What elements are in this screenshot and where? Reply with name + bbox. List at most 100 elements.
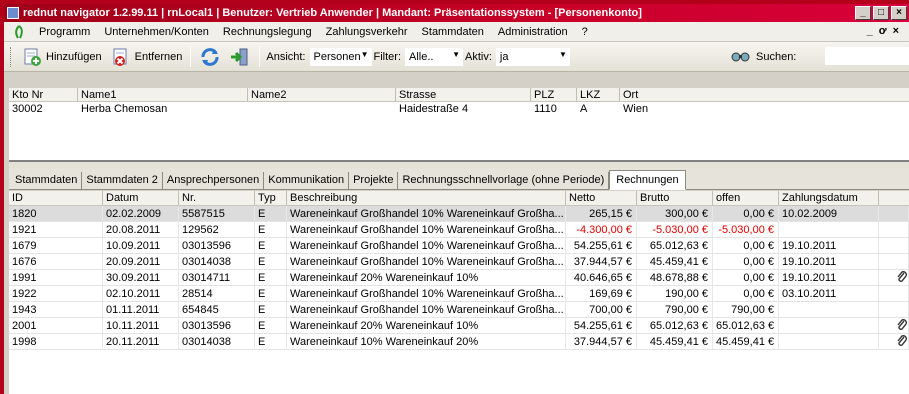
maximize-button[interactable]: □ xyxy=(873,6,889,20)
cell-brutto: 48.678,88 € xyxy=(637,270,713,285)
mdi-minimize-button[interactable]: _ xyxy=(867,25,879,37)
column-header-typ[interactable]: Typ xyxy=(255,191,287,205)
column-header-offen[interactable]: offen xyxy=(713,191,779,205)
column-header-plz[interactable]: PLZ xyxy=(531,88,577,101)
column-header-name1[interactable]: Name1 xyxy=(78,88,248,101)
cell-zahlungsdatum xyxy=(779,318,879,333)
column-header-brutto[interactable]: Brutto xyxy=(637,191,713,205)
column-header-id[interactable]: ID xyxy=(9,191,103,205)
title-bar: rednut navigator 1.2.99.11 | rnLocal1 | … xyxy=(4,4,909,22)
cell-strasse: Haidestraße 4 xyxy=(399,103,469,115)
table-row[interactable]: 2001 10.11.2011 03013596 E Wareneinkauf 20% … xyxy=(9,318,909,334)
close-button[interactable]: × xyxy=(891,6,907,20)
cell-offen: 0,00 € xyxy=(713,238,779,253)
menu-programm[interactable]: Programm xyxy=(32,26,97,38)
active-select[interactable]: ja ▼ xyxy=(495,47,570,66)
column-header-netto[interactable]: Netto xyxy=(566,191,637,205)
cell-netto: 54.255,61 € xyxy=(566,318,637,333)
remove-button[interactable]: Entfernen xyxy=(106,44,187,70)
cell-brutto: 45.459,41 € xyxy=(637,334,713,349)
menu-zahlungsverkehr[interactable]: Zahlungsverkehr xyxy=(319,26,415,38)
table-row[interactable]: 1943 01.11.2011 654845 E Wareneinkauf Großha… xyxy=(9,302,909,318)
cell-offen: 45.459,41 € xyxy=(713,334,779,349)
column-header-attachment[interactable] xyxy=(879,191,909,205)
column-header-beschreibung[interactable]: Beschreibung xyxy=(287,191,566,205)
menu-unternehmen-konten[interactable]: Unternehmen/Konten xyxy=(97,26,216,38)
paperclip-icon[interactable] xyxy=(896,335,908,349)
tab-stammdaten[interactable]: Stammdaten xyxy=(11,172,83,189)
cell-netto: 40.646,65 € xyxy=(566,270,637,285)
table-row[interactable]: 1679 10.09.2011 03013596 E Wareneinkauf Groß… xyxy=(9,238,909,254)
mdi-restore-button[interactable]: ơ xyxy=(879,25,893,37)
toolbar-grip xyxy=(10,46,13,67)
cell-nr: 5587515 xyxy=(179,206,255,221)
cell-id: 1943 xyxy=(9,302,103,317)
cell-offen: 65.012,63 € xyxy=(713,318,779,333)
filter-select[interactable]: Alle.. ▼ xyxy=(405,47,463,66)
cell-beschreibung: Wareneinkauf Großhandel 10% Wareneinkauf… xyxy=(287,222,566,237)
table-row[interactable]: 1921 20.08.2011 129562 E Wareneinkauf Großha… xyxy=(9,222,909,238)
menu-stammdaten[interactable]: Stammdaten xyxy=(415,26,491,38)
cell-beschreibung: Wareneinkauf 20% Wareneinkauf 10% xyxy=(287,318,566,333)
cell-offen: 0,00 € xyxy=(713,270,779,285)
column-header-datum[interactable]: Datum xyxy=(103,191,179,205)
paperclip-icon[interactable] xyxy=(896,271,908,285)
cell-typ: E xyxy=(255,270,287,285)
cell-beschreibung: Wareneinkauf Großhandel 10% Wareneinkauf… xyxy=(287,206,566,221)
column-header-name2[interactable]: Name2 xyxy=(248,88,396,101)
cell-nr: 03014711 xyxy=(179,270,255,285)
cell-netto: -4.300,00 € xyxy=(566,222,637,237)
search-input[interactable] xyxy=(825,47,909,65)
cell-id: 2001 xyxy=(9,318,103,333)
attachment-cell xyxy=(879,334,909,349)
minimize-button[interactable]: _ xyxy=(855,6,871,20)
view-select[interactable]: Personen ▼ xyxy=(309,47,372,66)
tab-stammdaten-2[interactable]: Stammdaten 2 xyxy=(82,172,163,189)
attachment-cell xyxy=(879,302,909,317)
tab-kommunikation[interactable]: Kommunikation xyxy=(264,172,350,189)
column-header-lkz[interactable]: LKZ xyxy=(577,88,620,101)
column-header-kto-nr[interactable]: Kto Nr xyxy=(9,88,78,101)
column-header-ort[interactable]: Ort xyxy=(620,88,909,101)
table-row[interactable]: 1922 02.10.2011 28514 E Wareneinkauf Großhan… xyxy=(9,286,909,302)
mdi-close-button[interactable]: × xyxy=(893,25,905,37)
table-row[interactable]: 1991 30.09.2011 03014711 E Wareneinkauf 20% … xyxy=(9,270,909,286)
search-icon xyxy=(730,49,752,66)
cell-typ: E xyxy=(255,334,287,349)
table-row[interactable]: 30002 Herba Chemosan Haidestraße 4 1110 … xyxy=(9,102,909,117)
cell-zahlungsdatum: 10.02.2009 xyxy=(779,206,879,221)
cell-zahlungsdatum: 19.10.2011 xyxy=(779,254,879,269)
attachment-cell xyxy=(879,206,909,221)
cell-ort: Wien xyxy=(623,103,649,115)
cell-id: 1679 xyxy=(9,238,103,253)
invoice-rows: 1820 02.02.2009 5587515 E Wareneinkauf Großh… xyxy=(9,206,909,350)
cell-nr: 129562 xyxy=(179,222,255,237)
cell-nr: 03013596 xyxy=(179,318,255,333)
cell-nr: 654845 xyxy=(179,302,255,317)
search-label: Suchen: xyxy=(756,51,797,63)
cell-nr: 03014038 xyxy=(179,334,255,349)
attachment-cell xyxy=(879,238,909,253)
tab-rechnungsschnellvorlage[interactable]: Rechnungsschnellvorlage (ohne Periode) xyxy=(398,172,610,189)
table-row[interactable]: 1676 20.09.2011 03014038 E Wareneinkauf Groß… xyxy=(9,254,909,270)
refresh-button[interactable] xyxy=(195,44,225,70)
menu-bar: Programm Unternehmen/Konten Rechnungsleg… xyxy=(4,22,909,42)
cell-zahlungsdatum xyxy=(779,222,879,237)
menu-rechnungslegung[interactable]: Rechnungslegung xyxy=(216,26,319,38)
column-header-zahlungsdatum[interactable]: Zahlungsdatum xyxy=(779,191,879,205)
cell-nr: 03013596 xyxy=(179,238,255,253)
window-title: rednut navigator 1.2.99.11 | rnLocal1 | … xyxy=(23,7,642,19)
tab-projekte[interactable]: Projekte xyxy=(349,172,399,189)
tab-rechnungen[interactable]: Rechnungen xyxy=(609,170,686,190)
table-row[interactable]: 1998 20.11.2011 03014038 E Wareneinkauf 10% … xyxy=(9,334,909,350)
column-header-nr[interactable]: Nr. xyxy=(179,191,255,205)
table-row[interactable]: 1820 02.02.2009 5587515 E Wareneinkauf Großh… xyxy=(9,206,909,222)
menu-administration[interactable]: Administration xyxy=(491,26,575,38)
add-button[interactable]: Hinzufügen xyxy=(17,44,106,70)
paperclip-icon[interactable] xyxy=(896,319,908,333)
cell-brutto: 65.012,63 € xyxy=(637,238,713,253)
export-button[interactable] xyxy=(225,44,255,70)
menu-help[interactable]: ? xyxy=(575,26,595,38)
column-header-strasse[interactable]: Strasse xyxy=(396,88,531,101)
tab-ansprechpersonen[interactable]: Ansprechpersonen xyxy=(163,172,265,189)
